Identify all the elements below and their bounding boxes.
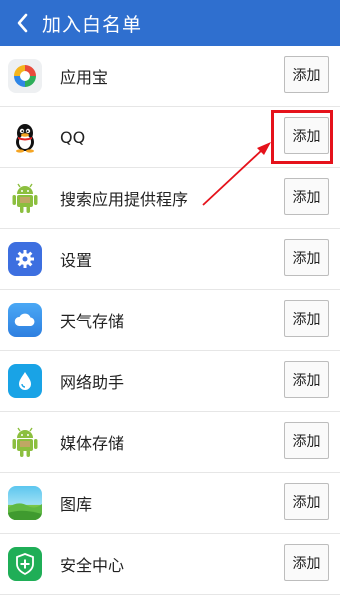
add-button[interactable]: 添加 [284, 178, 329, 215]
page-title: 加入白名单 [42, 13, 143, 36]
add-button[interactable]: 添加 [284, 361, 329, 398]
qq-penguin-icon [8, 120, 42, 154]
add-button[interactable]: 添加 [284, 239, 329, 276]
add-button[interactable]: 添加 [284, 422, 329, 459]
landscape-icon [8, 486, 42, 520]
highlight-box [271, 110, 333, 164]
app-header: 加入白名单 [0, 0, 340, 46]
list-item-network-assistant: 网络助手 添加 [0, 351, 340, 412]
list-item-media-storage: 媒体存储 添加 [0, 412, 340, 473]
chevron-left-icon [17, 13, 28, 33]
shield-plus-icon [8, 547, 42, 581]
yingyongbao-icon [8, 59, 42, 93]
list-item-search-provider: 搜索应用提供程序 添加 [0, 168, 340, 229]
list-item-weather-storage: 天气存储 添加 [0, 290, 340, 351]
add-button[interactable]: 添加 [284, 300, 329, 337]
android-icon [8, 425, 42, 459]
add-button[interactable]: 添加 [284, 56, 329, 93]
list-item-gallery: 图库 添加 [0, 473, 340, 534]
add-button[interactable]: 添加 [284, 483, 329, 520]
water-drop-icon [8, 364, 42, 398]
list-item-security-center: 安全中心 添加 [0, 534, 340, 595]
list-item-yingyongbao: 应用宝 添加 [0, 46, 340, 107]
add-button[interactable]: 添加 [284, 544, 329, 581]
gear-icon [8, 242, 42, 276]
back-button[interactable] [14, 13, 30, 33]
list-item-settings: 设置 添加 [0, 229, 340, 290]
cloud-icon [8, 303, 42, 337]
android-icon [8, 181, 42, 215]
